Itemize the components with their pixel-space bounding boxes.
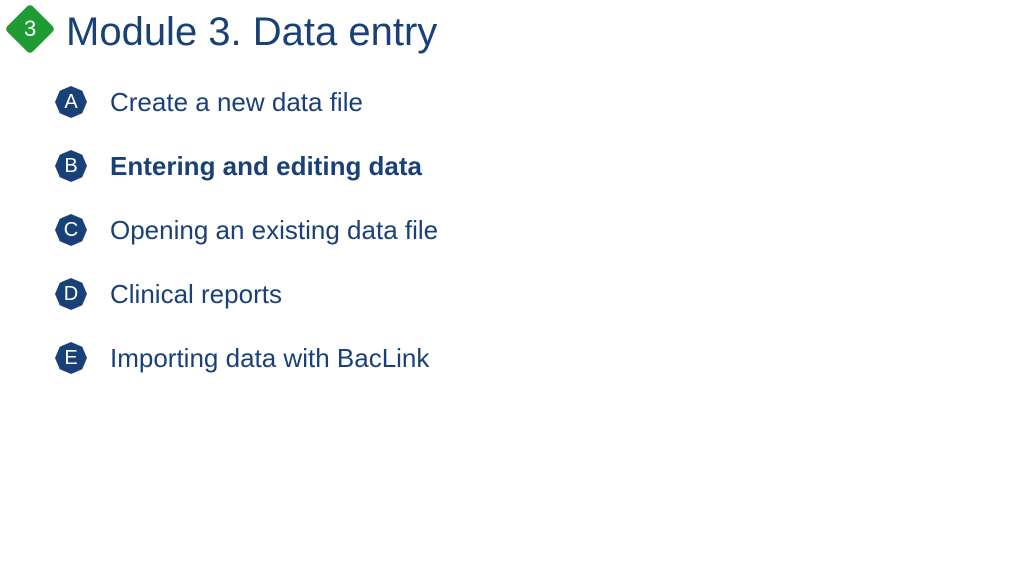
bullet-icon: D <box>54 277 88 311</box>
slide-header: 3 Module 3. Data entry <box>0 10 1024 55</box>
item-label: Opening an existing data file <box>110 215 438 246</box>
item-label: Entering and editing data <box>110 151 422 182</box>
list-item: C Opening an existing data file <box>54 213 1024 247</box>
list-item: B Entering and editing data <box>54 149 1024 183</box>
module-title: Module 3. Data entry <box>66 10 437 55</box>
bullet-icon: E <box>54 341 88 375</box>
bullet-icon: C <box>54 213 88 247</box>
item-label: Clinical reports <box>110 279 282 310</box>
bullet-icon: B <box>54 149 88 183</box>
bullet-letter: E <box>64 347 77 370</box>
list-item: E Importing data with BacLink <box>54 341 1024 375</box>
module-number-icon: 3 <box>5 3 56 54</box>
list-item: D Clinical reports <box>54 277 1024 311</box>
bullet-letter: C <box>64 219 78 242</box>
item-label: Importing data with BacLink <box>110 343 429 374</box>
bullet-letter: D <box>64 283 78 306</box>
slide: 3 Module 3. Data entry A Create a new da… <box>0 0 1024 576</box>
module-number: 3 <box>24 16 36 42</box>
topic-list: A Create a new data file B Entering and … <box>0 85 1024 375</box>
bullet-letter: B <box>64 155 77 178</box>
bullet-icon: A <box>54 85 88 119</box>
bullet-letter: A <box>64 91 77 114</box>
list-item: A Create a new data file <box>54 85 1024 119</box>
item-label: Create a new data file <box>110 87 363 118</box>
